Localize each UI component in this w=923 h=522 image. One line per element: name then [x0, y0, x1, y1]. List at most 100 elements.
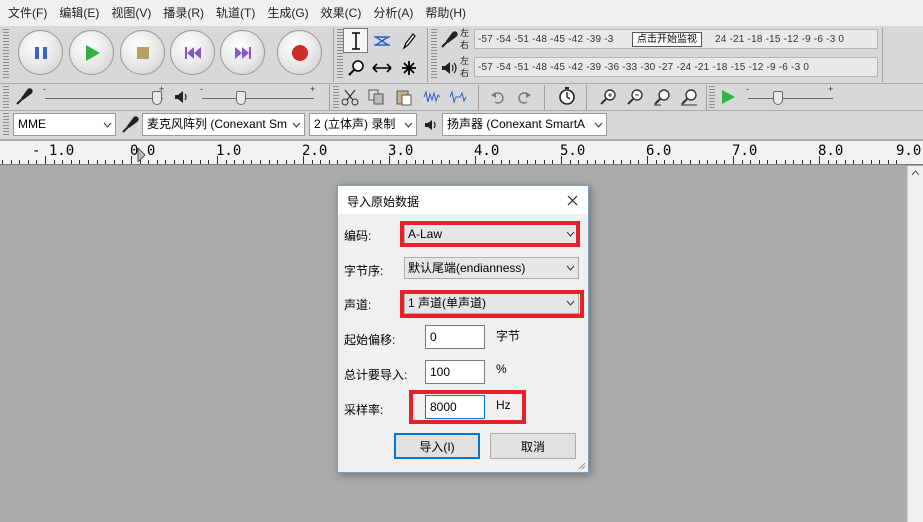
- draw-tool[interactable]: [396, 28, 421, 53]
- sync-lock-button[interactable]: [555, 84, 578, 107]
- play-volume-slider[interactable]: [236, 91, 247, 105]
- zoom-in-button[interactable]: [596, 85, 619, 108]
- ruler-tick: [199, 160, 201, 164]
- skip-to-start-button[interactable]: [170, 30, 215, 75]
- cut-button[interactable]: [338, 85, 361, 108]
- ruler-tick: [423, 160, 425, 164]
- toolbar-grip[interactable]: [3, 113, 9, 136]
- record-volume-track: [45, 98, 163, 99]
- play-button[interactable]: [69, 30, 114, 75]
- ruler-tick: [793, 160, 795, 164]
- ruler-tick: [139, 160, 141, 164]
- byte-order-select[interactable]: 默认尾端(endianness): [404, 257, 579, 279]
- ruler-tick: [182, 160, 184, 164]
- ruler-tick: [629, 160, 631, 164]
- ruler-tick: [242, 160, 244, 164]
- menu-tracks[interactable]: 轨道(T): [210, 0, 261, 26]
- menu-analyze[interactable]: 分析(A): [367, 0, 419, 26]
- ruler-tick: [122, 160, 124, 164]
- pause-button[interactable]: [18, 30, 63, 75]
- play-speed-slider[interactable]: [772, 91, 783, 105]
- ruler-tick: [862, 160, 863, 164]
- ruler-tick: [277, 160, 279, 164]
- record-button[interactable]: [277, 30, 322, 75]
- stop-button[interactable]: [120, 30, 165, 75]
- encoding-value: A-Law: [408, 227, 443, 241]
- ruler-tick: [440, 160, 442, 164]
- fit-project-button[interactable]: [677, 85, 700, 108]
- chevron-down-icon: [566, 224, 575, 244]
- byte-order-value: 默认尾端(endianness): [408, 261, 526, 275]
- ruler-tick: [337, 160, 339, 164]
- ruler-tick: [2, 160, 3, 164]
- ruler-tick: [715, 160, 717, 164]
- multi-tool[interactable]: [396, 55, 421, 80]
- audio-host-value: MME: [18, 117, 46, 131]
- ruler-tick: [819, 156, 820, 164]
- zoom-out-button[interactable]: [623, 85, 646, 108]
- undo-button[interactable]: [486, 85, 509, 108]
- sample-rate-unit: Hz: [496, 398, 511, 412]
- ruler-tick: [148, 160, 150, 164]
- microphone-icon: [121, 115, 139, 133]
- zoom-tool[interactable]: [343, 55, 368, 80]
- toolbar-grip[interactable]: [3, 86, 9, 108]
- ruler-tick: [268, 160, 270, 164]
- dialog-close-button[interactable]: [562, 190, 582, 210]
- redo-button[interactable]: [512, 85, 535, 108]
- timeshift-tool[interactable]: [369, 55, 394, 80]
- copy-button[interactable]: [364, 85, 387, 108]
- ruler-tick: [88, 160, 89, 164]
- menu-file[interactable]: 文件(F): [2, 0, 53, 26]
- envelope-tool[interactable]: [369, 28, 394, 53]
- copy-icon: [368, 89, 383, 104]
- ruler-tick: [483, 160, 485, 164]
- menu-help[interactable]: 帮助(H): [419, 0, 472, 26]
- ruler-tick: [217, 156, 218, 164]
- silence-button[interactable]: [446, 85, 469, 108]
- toolbar-grip[interactable]: [709, 86, 715, 108]
- output-device-select[interactable]: 扬声器 (Conexant SmartA: [442, 113, 607, 136]
- ruler-tick: [251, 160, 253, 164]
- input-channels-select[interactable]: 2 (立体声) 录制: [309, 113, 417, 136]
- vertical-scrollbar[interactable]: [907, 166, 923, 522]
- timeline-ruler[interactable]: - 1.0 0.0 1.0 2.0 3.0 4.0 5.0 6.0 7.0 8.…: [0, 141, 923, 165]
- selection-tool[interactable]: [343, 28, 368, 53]
- audio-host-select[interactable]: MME: [13, 113, 116, 136]
- play-at-speed-button[interactable]: [716, 85, 739, 108]
- dialog-titlebar[interactable]: 导入原始数据: [338, 186, 588, 214]
- import-button[interactable]: 导入(I): [394, 433, 480, 459]
- cancel-button[interactable]: 取消: [490, 433, 576, 459]
- channels-label: 声道:: [344, 298, 372, 312]
- ruler-tick: [707, 160, 709, 164]
- ruler-tick: [672, 160, 674, 164]
- ruler-tick: [70, 160, 72, 164]
- record-volume-slider[interactable]: [152, 91, 163, 105]
- separator: [706, 85, 707, 110]
- record-meter-hint[interactable]: 点击开始监视: [632, 32, 702, 47]
- paste-button[interactable]: [392, 85, 415, 108]
- fit-selection-button[interactable]: [650, 85, 673, 108]
- trim-button[interactable]: [420, 85, 443, 108]
- toolbar-grip[interactable]: [3, 29, 9, 79]
- sample-rate-input[interactable]: 8000: [425, 395, 485, 419]
- select-tool-icon: [351, 31, 360, 50]
- play-meter[interactable]: -57 -54 -51 -48 -45 -42 -39 -36 -33 -30 …: [474, 57, 878, 77]
- menu-edit[interactable]: 编辑(E): [53, 0, 105, 26]
- input-device-select[interactable]: 麦克风阵列 (Conexant Sm: [142, 113, 305, 136]
- menu-generate[interactable]: 生成(G): [261, 0, 314, 26]
- amount-input[interactable]: 100: [425, 360, 485, 384]
- menu-view[interactable]: 视图(V): [105, 0, 157, 26]
- channels-select[interactable]: 1 声道(单声道): [404, 292, 579, 314]
- record-meter-button[interactable]: [437, 28, 460, 51]
- resize-grip-icon[interactable]: [576, 460, 586, 470]
- menu-effect[interactable]: 效果(C): [315, 0, 368, 26]
- ruler-tick: [457, 160, 459, 164]
- separator: [882, 28, 883, 82]
- skip-to-end-button[interactable]: [220, 30, 265, 75]
- menu-transport[interactable]: 播录(R): [157, 0, 210, 26]
- start-offset-input[interactable]: 0: [425, 325, 485, 349]
- ruler-tick: [303, 156, 304, 164]
- encoding-select[interactable]: A-Law: [404, 223, 579, 245]
- play-meter-button[interactable]: [437, 56, 460, 79]
